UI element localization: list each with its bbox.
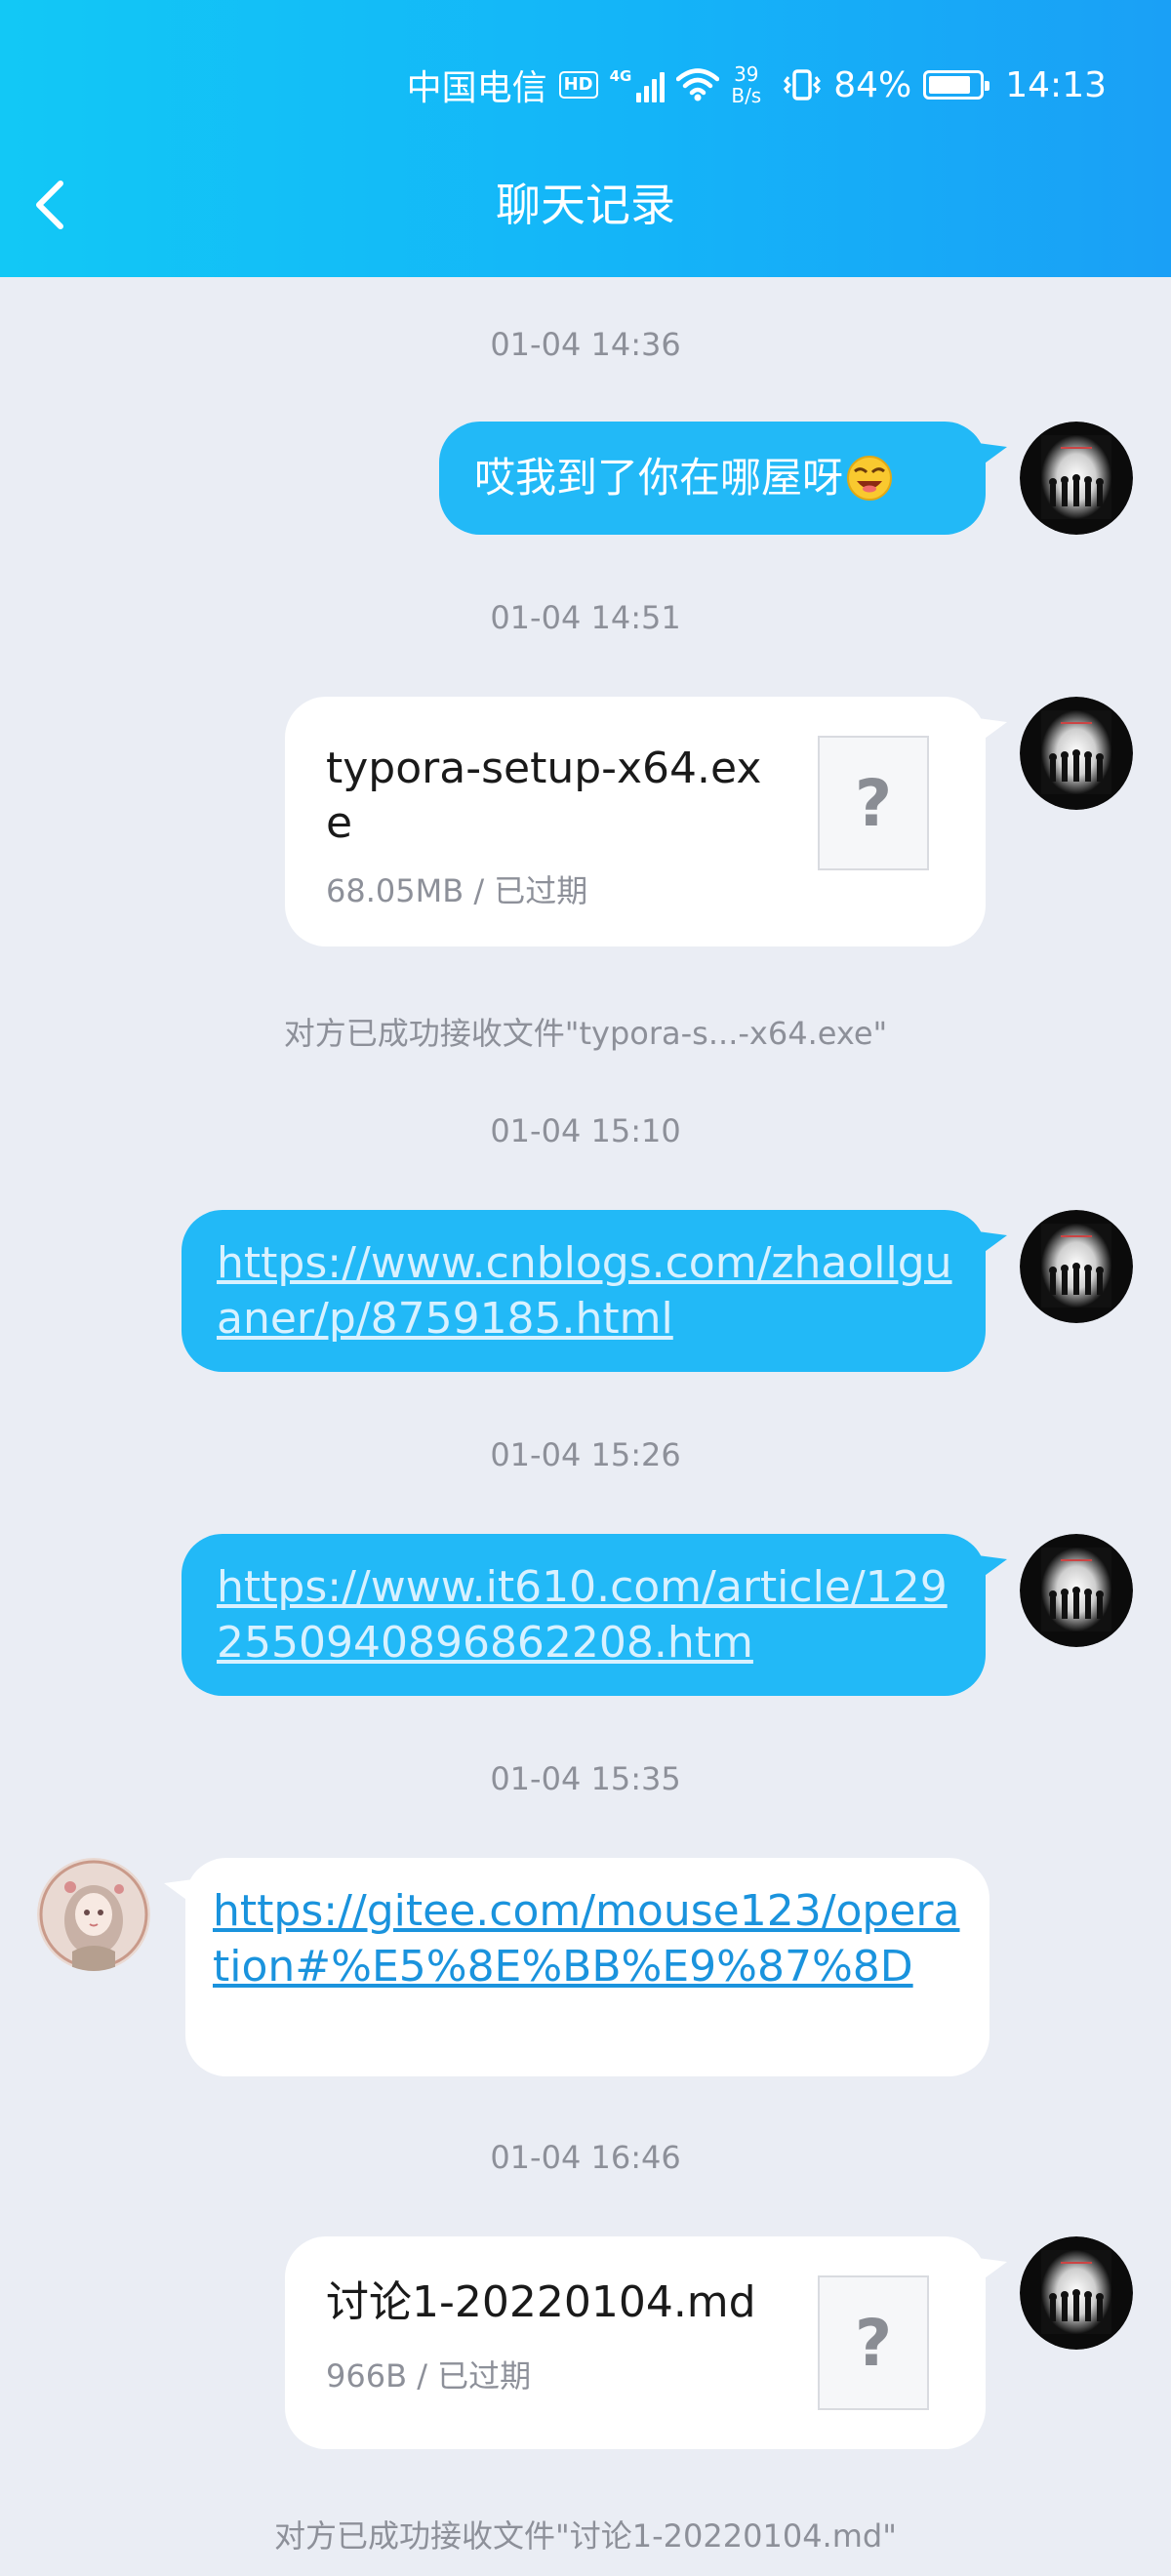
bubble-tail xyxy=(164,1879,193,1905)
network-speed: 39 B/s xyxy=(731,63,761,106)
page-title: 聊天记录 xyxy=(496,179,675,231)
avatar-image xyxy=(37,1858,150,1971)
contact-avatar[interactable] xyxy=(37,1858,150,1971)
carrier-label: 中国电信 xyxy=(406,68,547,108)
avatar-image xyxy=(1020,422,1133,535)
bubble-tail xyxy=(978,443,1007,468)
link-message-bubble[interactable]: https://gitee.com/mouse123/operation#%E5… xyxy=(164,1858,989,2076)
timestamp: 01-04 15:10 xyxy=(490,1112,681,1149)
file-meta: 68.05MB / 已过期 xyxy=(326,872,588,909)
file-meta: 966B / 已过期 xyxy=(326,2357,532,2395)
battery-percent: 84% xyxy=(833,64,912,105)
bubble-tail xyxy=(978,1555,1007,1581)
timestamp: 01-04 14:36 xyxy=(490,326,681,363)
my-avatar[interactable] xyxy=(1020,1534,1133,1647)
link-message-bubble[interactable]: https://www.it610.com/article/1292550940… xyxy=(182,1534,1007,1696)
file-name: 讨论1-20220104.md xyxy=(326,2277,756,2327)
top-bar: 中国电信 HD 4G 39 B/s 84% 14:13 聊天记录 xyxy=(0,0,1171,277)
laughing-emoji-icon xyxy=(847,456,893,501)
wifi-icon xyxy=(676,68,720,101)
message-link[interactable]: https://gitee.com/mouse123/operation#%E5… xyxy=(213,1883,964,1994)
file-message-bubble[interactable]: 讨论1-20220104.md 966B / 已过期 ? xyxy=(285,2236,1007,2449)
my-avatar[interactable] xyxy=(1020,1210,1133,1323)
network-type: 4G xyxy=(609,67,632,85)
timestamp: 01-04 15:26 xyxy=(490,1436,681,1473)
speed-unit: B/s xyxy=(731,84,762,107)
my-avatar[interactable] xyxy=(1020,2236,1133,2350)
avatar-image xyxy=(1020,1210,1133,1323)
unknown-file-icon: ? xyxy=(818,2275,929,2410)
speed-value: 39 xyxy=(734,62,759,86)
file-receipt-note: 对方已成功接收文件"typora-s...-x64.exe" xyxy=(283,1015,888,1052)
bubble-tail xyxy=(978,718,1007,744)
link-message-bubble[interactable]: https://www.cnblogs.com/zhaollguaner/p/8… xyxy=(182,1210,1007,1372)
vibrate-icon xyxy=(784,69,822,101)
avatar-image xyxy=(1020,1534,1133,1647)
my-avatar[interactable] xyxy=(1020,697,1133,810)
file-message-bubble[interactable]: typora-setup-x64.exe 68.05MB / 已过期 ? xyxy=(285,697,1007,946)
message-text: 哎我到了你在哪屋呀 xyxy=(474,454,844,502)
battery-icon xyxy=(923,70,990,100)
text-message-bubble[interactable]: 哎我到了你在哪屋呀 xyxy=(439,422,1007,535)
timestamp: 01-04 15:35 xyxy=(490,1760,681,1797)
status-bar: 中国电信 HD 4G 39 B/s 84% 14:13 xyxy=(395,60,1107,109)
signal-icon: 4G xyxy=(610,67,666,102)
bubble-tail xyxy=(978,2258,1007,2283)
file-name: typora-setup-x64.exe xyxy=(326,744,762,848)
timestamp: 01-04 16:46 xyxy=(490,2139,681,2176)
timestamp: 01-04 14:51 xyxy=(490,599,681,636)
avatar-image xyxy=(1020,697,1133,810)
file-receipt-note: 对方已成功接收文件"讨论1-20220104.md" xyxy=(274,2517,897,2555)
bubble-tail xyxy=(978,1231,1007,1257)
unknown-file-icon: ? xyxy=(818,736,929,870)
message-link[interactable]: https://www.it610.com/article/1292550940… xyxy=(217,1559,958,1670)
avatar-image xyxy=(1020,2236,1133,2350)
message-link[interactable]: https://www.cnblogs.com/zhaollguaner/p/8… xyxy=(217,1235,958,1347)
hd-badge: HD xyxy=(558,71,598,99)
my-avatar[interactable] xyxy=(1020,422,1133,535)
clock: 14:13 xyxy=(1005,64,1107,105)
